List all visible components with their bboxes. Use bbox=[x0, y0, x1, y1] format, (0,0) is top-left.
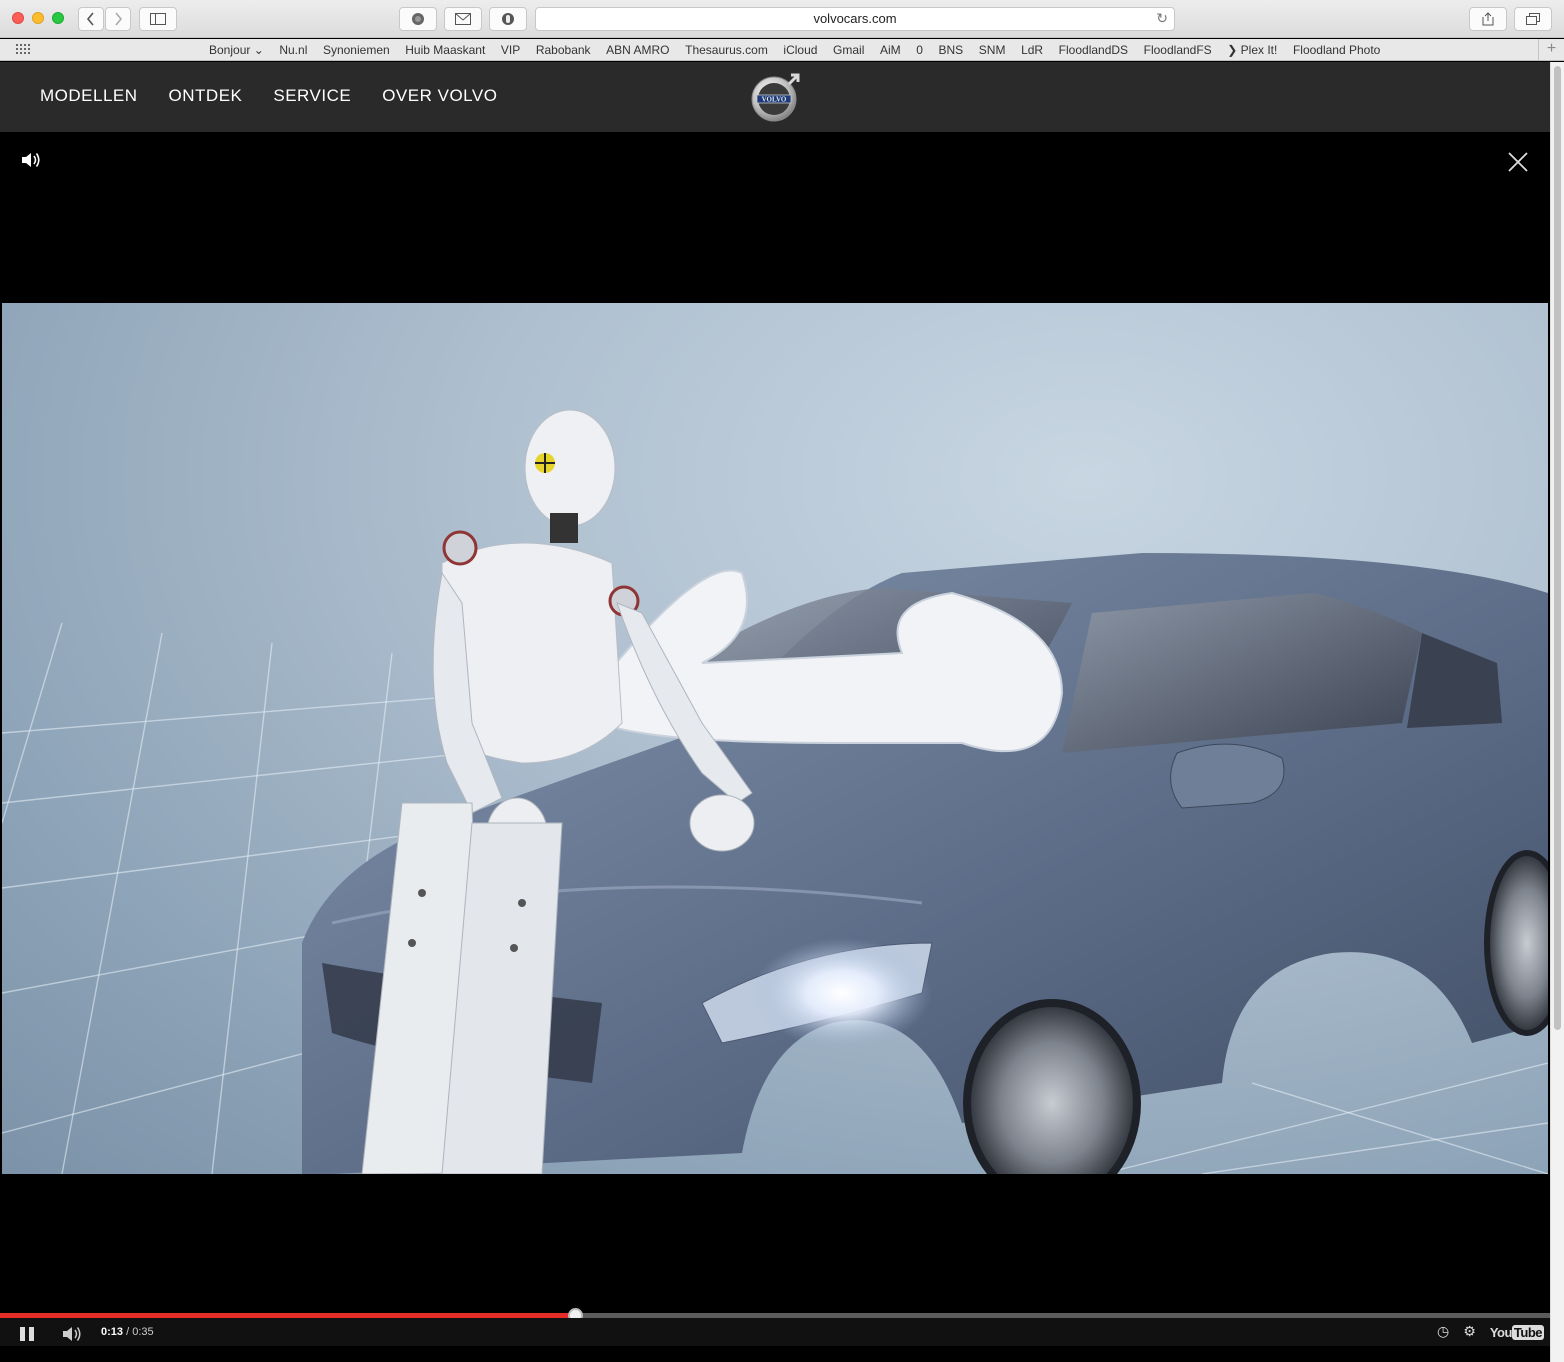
privacy-button[interactable] bbox=[489, 7, 527, 31]
bookmark-item[interactable]: ABN AMRO bbox=[606, 43, 669, 57]
volvo-logo[interactable]: VOLVO bbox=[749, 72, 801, 124]
browser-toolbar: volvocars.com ↻ bbox=[0, 0, 1564, 38]
nav-modellen[interactable]: MODELLEN bbox=[40, 86, 138, 106]
bookmark-item[interactable]: Huib Maaskant bbox=[405, 43, 485, 57]
time-display: 0:13 / 0:35 bbox=[101, 1326, 154, 1338]
mail-icon bbox=[455, 13, 471, 25]
sidebar-icon bbox=[150, 13, 166, 25]
site-header: MODELLEN ONTDEK SERVICE OVER VOLVO VOLVO bbox=[0, 62, 1550, 132]
tabs-icon bbox=[1526, 13, 1540, 25]
bookmark-item[interactable]: BNS bbox=[939, 43, 964, 57]
bookmarks-bar: Bonjour ⌄ Nu.nl Synoniemen Huib Maaskant VIP… bbox=[0, 39, 1564, 61]
address-bar[interactable]: volvocars.com ↻ bbox=[535, 7, 1175, 31]
bookmark-item[interactable]: iCloud bbox=[783, 43, 817, 57]
bookmark-item[interactable]: VIP bbox=[501, 43, 520, 57]
mail-button[interactable] bbox=[444, 7, 482, 31]
plus-icon[interactable]: + bbox=[1538, 39, 1564, 61]
video-scene bbox=[2, 409, 1548, 1174]
page-scrollbar[interactable] bbox=[1550, 62, 1564, 1362]
sound-icon[interactable] bbox=[20, 150, 42, 170]
right-controls: ◷ ⚙ You Tube bbox=[1437, 1324, 1544, 1340]
tabs-button[interactable] bbox=[1514, 7, 1552, 31]
reload-icon[interactable]: ↻ bbox=[1156, 8, 1168, 30]
bookmark-item[interactable]: AiM bbox=[880, 43, 901, 57]
logo-text: VOLVO bbox=[762, 96, 787, 104]
bookmark-item[interactable]: Bonjour ⌄ bbox=[209, 43, 264, 57]
reader-button[interactable] bbox=[399, 7, 437, 31]
youtube-logo[interactable]: You Tube bbox=[1489, 1324, 1544, 1340]
nav-over-volvo[interactable]: OVER VOLVO bbox=[382, 86, 497, 106]
privacy-icon bbox=[502, 13, 514, 25]
window-minimize-button[interactable] bbox=[32, 12, 44, 24]
bookmark-item[interactable]: Thesaurus.com bbox=[685, 43, 768, 57]
current-time: 0:13 bbox=[101, 1326, 124, 1338]
share-icon bbox=[1482, 12, 1494, 26]
bookmark-item[interactable]: FloodlandDS bbox=[1059, 43, 1128, 57]
share-button[interactable] bbox=[1469, 7, 1507, 31]
video-overlay: 0:13 / 0:35 ◷ ⚙ You Tube bbox=[0, 132, 1550, 1346]
video-frame[interactable] bbox=[2, 303, 1548, 1174]
bookmark-item[interactable]: Synoniemen bbox=[323, 43, 390, 57]
forward-button[interactable] bbox=[105, 7, 131, 31]
nav-service[interactable]: SERVICE bbox=[273, 86, 351, 106]
reader-icon bbox=[412, 13, 424, 25]
forward-icon bbox=[115, 12, 123, 26]
bookmark-item[interactable]: Floodland Photo bbox=[1293, 43, 1380, 57]
nav-ontdek[interactable]: ONTDEK bbox=[169, 86, 243, 106]
youtube-logo-tube: Tube bbox=[1511, 1324, 1544, 1340]
close-icon[interactable] bbox=[1506, 150, 1530, 174]
bookmark-item[interactable]: SNM bbox=[979, 43, 1006, 57]
back-button[interactable] bbox=[78, 7, 104, 31]
window-maximize-button[interactable] bbox=[52, 12, 64, 24]
bookmark-item[interactable]: Gmail bbox=[833, 43, 864, 57]
bookmark-list: Bonjour ⌄ Nu.nl Synoniemen Huib Maaskant VIP… bbox=[209, 43, 1396, 57]
bookmark-item[interactable]: FloodlandFS bbox=[1144, 43, 1212, 57]
bookmark-item[interactable]: 0 bbox=[916, 43, 923, 57]
window-close-button[interactable] bbox=[12, 12, 24, 24]
duration: / 0:35 bbox=[126, 1326, 154, 1338]
watch-later-icon[interactable]: ◷ bbox=[1437, 1324, 1449, 1340]
back-icon bbox=[86, 12, 94, 26]
url-text: volvocars.com bbox=[813, 11, 897, 26]
bookmark-item[interactable]: LdR bbox=[1021, 43, 1043, 57]
main-nav: MODELLEN ONTDEK SERVICE OVER VOLVO bbox=[40, 86, 528, 106]
bookmark-item[interactable]: ❯ Plex It! bbox=[1227, 43, 1277, 57]
youtube-logo-you: You bbox=[1489, 1324, 1513, 1340]
bookmark-item[interactable]: Nu.nl bbox=[279, 43, 307, 57]
grid-icon[interactable] bbox=[16, 44, 30, 56]
volume-icon[interactable] bbox=[62, 1325, 84, 1343]
pause-button[interactable] bbox=[20, 1327, 34, 1341]
scroll-thumb[interactable] bbox=[1554, 66, 1561, 1030]
video-controls: 0:13 / 0:35 ◷ ⚙ You Tube bbox=[0, 1318, 1550, 1346]
settings-gear-icon[interactable]: ⚙ bbox=[1463, 1324, 1476, 1340]
bookmark-item[interactable]: Rabobank bbox=[536, 43, 591, 57]
sidebar-button[interactable] bbox=[139, 7, 177, 31]
